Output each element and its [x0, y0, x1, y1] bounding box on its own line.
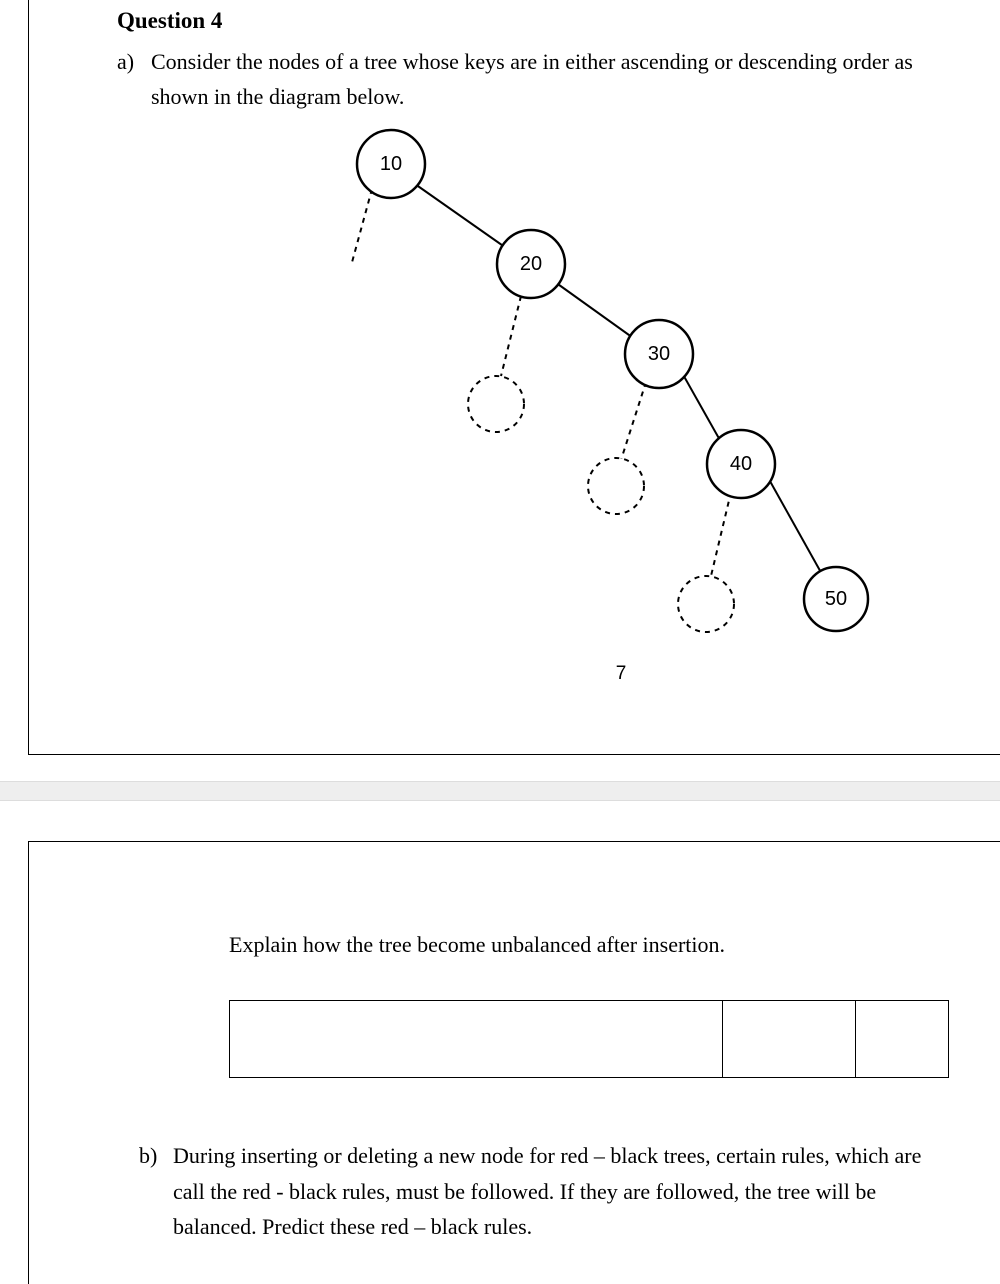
tree-node-10: 10 [379, 153, 401, 175]
page-gap [0, 781, 1000, 801]
question-title: Question 4 [117, 8, 964, 34]
part-b: b) During inserting or deleting a new no… [139, 1138, 940, 1244]
part-a-text: Consider the nodes of a tree whose keys … [151, 44, 964, 114]
page-lower: Explain how the tree become unbalanced a… [28, 841, 1000, 1284]
part-a: a) Consider the nodes of a tree whose ke… [117, 44, 964, 114]
part-b-text: During inserting or deleting a new node … [173, 1138, 940, 1244]
tree-node-20: 20 [519, 253, 541, 275]
tree-diagram: 10 20 30 40 50 7 [191, 124, 891, 714]
answer-cell-2 [723, 1001, 856, 1078]
answer-cell-1 [230, 1001, 723, 1078]
explain-prompt: Explain how the tree become unbalanced a… [229, 932, 940, 958]
part-a-label: a) [117, 44, 151, 114]
answer-box [229, 1000, 949, 1078]
tree-node-40: 40 [729, 453, 751, 475]
page-number: 7 [615, 663, 626, 684]
part-b-label: b) [139, 1138, 173, 1244]
page-upper: Question 4 a) Consider the nodes of a tr… [28, 0, 1000, 755]
answer-cell-3 [856, 1001, 949, 1078]
tree-node-30: 30 [647, 343, 669, 365]
tree-node-50: 50 [824, 588, 846, 610]
